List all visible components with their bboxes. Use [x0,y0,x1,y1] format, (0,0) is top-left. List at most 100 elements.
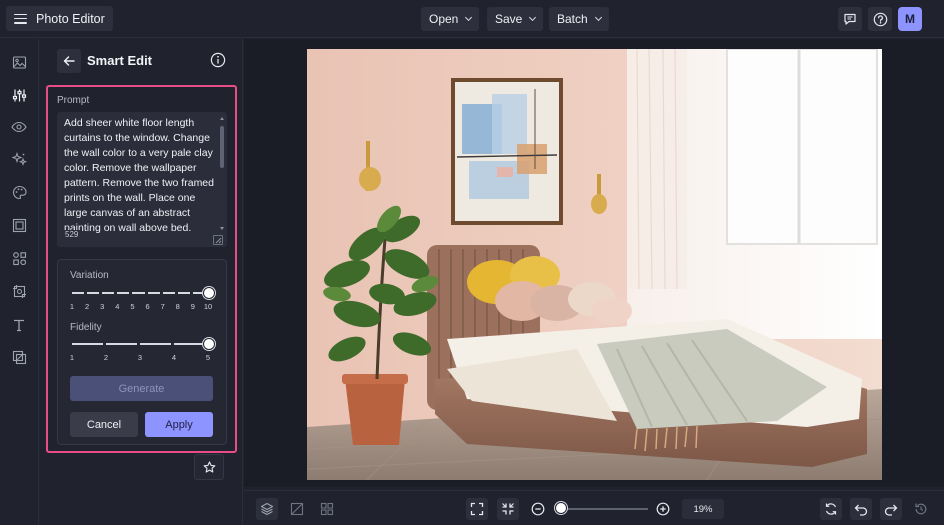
help-icon [873,12,887,26]
controls-card: Variation 1 2 3 4 5 6 7 8 9 10 Fidelity 1 2 3 4 5 Gen… [57,259,227,445]
generate-button[interactable]: Generate [70,376,213,401]
variation-tick-label: 9 [190,302,195,311]
prompt-text: Add sheer white floor length curtains to… [64,117,214,234]
bottom-toolbar: 19% [244,490,944,525]
variation-track-segment [177,292,190,294]
sparkle-effects-icon[interactable] [11,151,27,167]
prompt-textarea[interactable]: Add sheer white floor length curtains to… [57,112,227,247]
fidelity-track-segment [72,343,103,345]
smart-edit-panel: Smart Edit Prompt Add sheer white floor … [40,39,243,525]
compare-icon [290,502,304,516]
variation-track-segment [102,292,115,294]
variation-tick-label: 7 [160,302,165,311]
batch-menu-button[interactable]: Batch [549,7,609,31]
shapes-icon[interactable] [11,250,27,266]
layers-button[interactable] [256,498,278,520]
variation-track-segment [162,292,175,294]
compare-button[interactable] [286,498,308,520]
crop-icon[interactable] [11,283,27,299]
collapse-icon [502,503,514,515]
save-menu-button[interactable]: Save [487,7,544,31]
variation-track-segment [72,292,85,294]
help-button[interactable] [868,7,892,31]
canvas-area [244,39,944,487]
zoom-slider-knob[interactable] [555,502,567,514]
panel-title: Smart Edit [87,53,153,68]
back-button[interactable] [57,49,81,73]
undo-icon [854,504,868,516]
info-icon[interactable] [210,52,226,68]
actual-size-button[interactable] [497,498,519,520]
resize-handle-icon[interactable] [213,235,223,245]
variation-tick-label: 1 [69,302,75,311]
fidelity-tick-label: 1 [69,353,75,362]
fidelity-label: Fidelity [70,322,102,333]
undo-button[interactable] [850,498,872,520]
edited-photo[interactable] [307,49,882,480]
variation-knob[interactable] [203,287,215,299]
variation-track-segment [117,292,130,294]
app-title: Photo Editor [36,11,105,26]
zoom-in-icon [656,502,670,516]
fidelity-tick-label: 2 [103,353,109,362]
fidelity-slider[interactable] [71,338,215,350]
history-icon [915,503,927,515]
fidelity-knob[interactable] [203,338,215,350]
app-menu-button[interactable]: Photo Editor [6,6,113,31]
fidelity-tick-label: 5 [205,353,211,362]
scroll-down-icon [220,227,224,230]
variation-tick-label: 2 [85,302,90,311]
fidelity-track-segment [140,343,171,345]
overlay-icon[interactable] [11,349,27,365]
tool-rail [0,39,39,525]
zoom-in-button[interactable] [652,498,674,520]
prompt-label: Prompt [57,95,90,106]
open-menu-label: Open [429,12,459,26]
layers-icon [260,502,274,516]
fidelity-track [71,343,207,345]
user-avatar[interactable]: M [898,7,922,31]
chevron-down-icon [465,13,473,22]
fit-screen-button[interactable] [466,498,488,520]
fit-screen-icon [470,502,484,516]
text-icon[interactable] [11,317,27,333]
variation-slider[interactable] [71,287,215,299]
star-icon [203,460,215,473]
frame-icon[interactable] [11,217,27,233]
variation-track [71,292,207,294]
refresh-icon [825,503,837,515]
favorite-button[interactable] [194,454,224,480]
hamburger-icon [14,13,27,24]
scroll-up-icon [220,117,224,120]
palette-icon[interactable] [11,184,27,200]
zoom-out-icon [531,502,545,516]
fidelity-track-segment [174,343,205,345]
prompt-scrollbar[interactable] [220,117,224,230]
variation-tick-label: 5 [130,302,135,311]
zoom-slider-track[interactable] [558,508,648,510]
history-button[interactable] [910,498,932,520]
variation-ticks: 1 2 3 4 5 6 7 8 9 10 [70,302,215,312]
eye-icon[interactable] [11,119,27,135]
zoom-level[interactable]: 19% [682,499,724,519]
feedback-icon [844,13,856,25]
scrollbar-thumb[interactable] [220,126,224,168]
apply-button[interactable]: Apply [145,412,213,437]
image-icon[interactable] [11,54,27,70]
variation-tick-label: 4 [115,302,120,311]
feedback-button[interactable] [838,7,862,31]
fidelity-track-segment [106,343,137,345]
adjust-sliders-icon[interactable] [11,87,27,103]
grid-button[interactable] [316,498,338,520]
fidelity-ticks: 1 2 3 4 5 [70,353,215,363]
cancel-button[interactable]: Cancel [70,412,138,437]
top-bar: Photo Editor Open Save Batch M [0,0,944,38]
variation-track-segment [87,292,100,294]
zoom-out-button[interactable] [527,498,549,520]
redo-button[interactable] [880,498,902,520]
variation-tick-label: 6 [145,302,150,311]
refresh-button[interactable] [820,498,842,520]
grid-icon [320,502,334,516]
open-menu-button[interactable]: Open [421,7,480,31]
variation-tick-label: 3 [100,302,105,311]
